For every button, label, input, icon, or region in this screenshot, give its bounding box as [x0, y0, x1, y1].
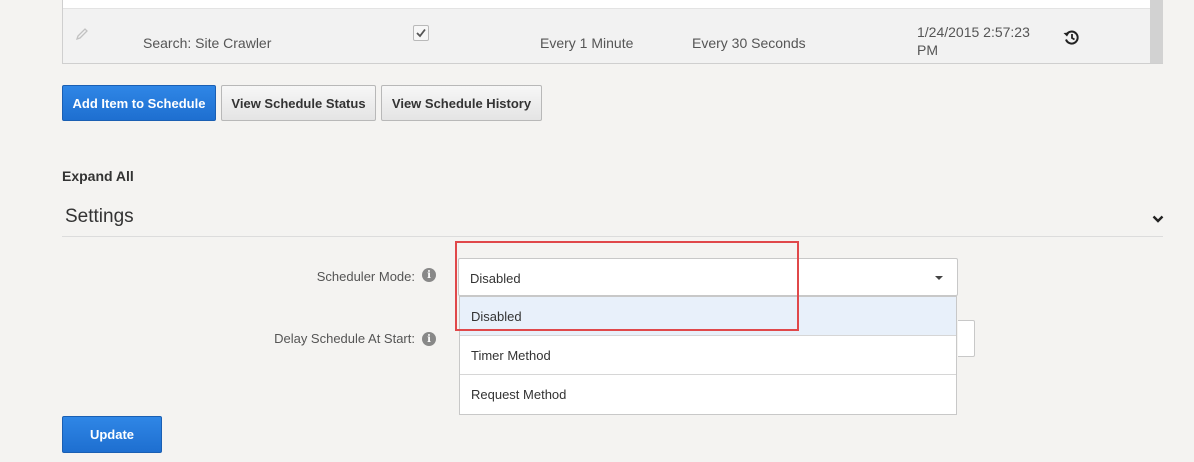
caret-down-icon [935, 276, 943, 280]
table-row: Search: Site Crawler Every 1 Minute Ever… [63, 8, 1151, 63]
option-disabled[interactable]: Disabled [460, 297, 956, 336]
info-icon[interactable]: i [422, 268, 436, 282]
frequency-cell: Every 1 Minute [540, 35, 634, 51]
scheduler-mode-value: Disabled [470, 271, 521, 286]
view-schedule-status-button[interactable]: View Schedule Status [221, 85, 376, 121]
scheduler-mode-dropdown: Disabled Timer Method Request Method [459, 296, 957, 415]
delay-schedule-input[interactable] [958, 320, 975, 357]
history-icon[interactable] [1062, 28, 1080, 51]
add-item-to-schedule-button[interactable]: Add Item to Schedule [62, 85, 216, 121]
schedule-item-name: Search: Site Crawler [143, 35, 272, 51]
table-scrollbar[interactable] [1150, 0, 1163, 63]
chevron-down-icon[interactable] [1152, 211, 1164, 229]
schedule-table: Search: Site Crawler Every 1 Minute Ever… [62, 0, 1163, 64]
pencil-icon[interactable] [75, 27, 89, 41]
delay-schedule-label: Delay Schedule At Start: [274, 331, 415, 346]
expand-all-link[interactable]: Expand All [62, 168, 134, 184]
update-button[interactable]: Update [62, 416, 162, 453]
option-request-method[interactable]: Request Method [460, 375, 956, 414]
interval-cell: Every 30 Seconds [692, 35, 806, 51]
settings-section-title: Settings [65, 206, 134, 227]
section-divider [62, 236, 1163, 237]
enabled-checkbox[interactable] [413, 25, 429, 41]
scheduler-mode-label: Scheduler Mode: [316, 269, 415, 284]
view-schedule-history-button[interactable]: View Schedule History [381, 85, 542, 121]
scheduler-mode-select[interactable]: Disabled [458, 258, 958, 296]
last-run-cell: 1/24/2015 2:57:23 PM [917, 24, 1030, 58]
option-timer-method[interactable]: Timer Method [460, 336, 956, 375]
info-icon[interactable]: i [422, 332, 436, 346]
